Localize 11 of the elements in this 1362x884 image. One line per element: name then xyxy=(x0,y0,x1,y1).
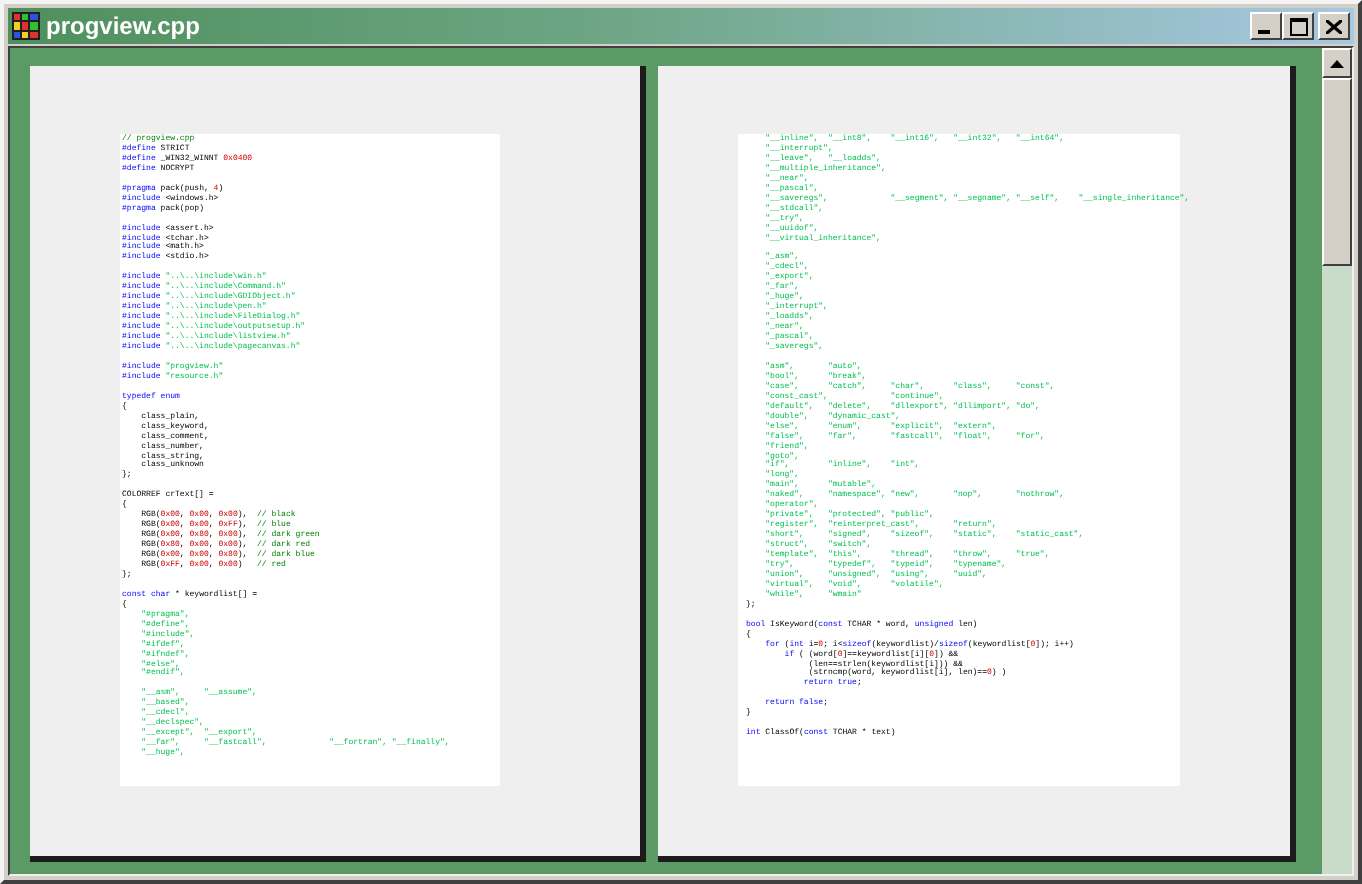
maximize-button[interactable] xyxy=(1282,12,1314,40)
scrollbar[interactable] xyxy=(1322,48,1352,874)
app-icon xyxy=(12,12,40,40)
close-button[interactable] xyxy=(1318,12,1350,40)
up-arrow-icon xyxy=(1330,59,1344,67)
scroll-up-button[interactable] xyxy=(1322,48,1352,78)
scroll-thumb[interactable] xyxy=(1322,78,1352,266)
minimize-button[interactable] xyxy=(1250,12,1282,40)
maximize-icon xyxy=(1289,17,1307,35)
close-icon xyxy=(1326,19,1342,33)
window-title: progview.cpp xyxy=(46,12,200,40)
